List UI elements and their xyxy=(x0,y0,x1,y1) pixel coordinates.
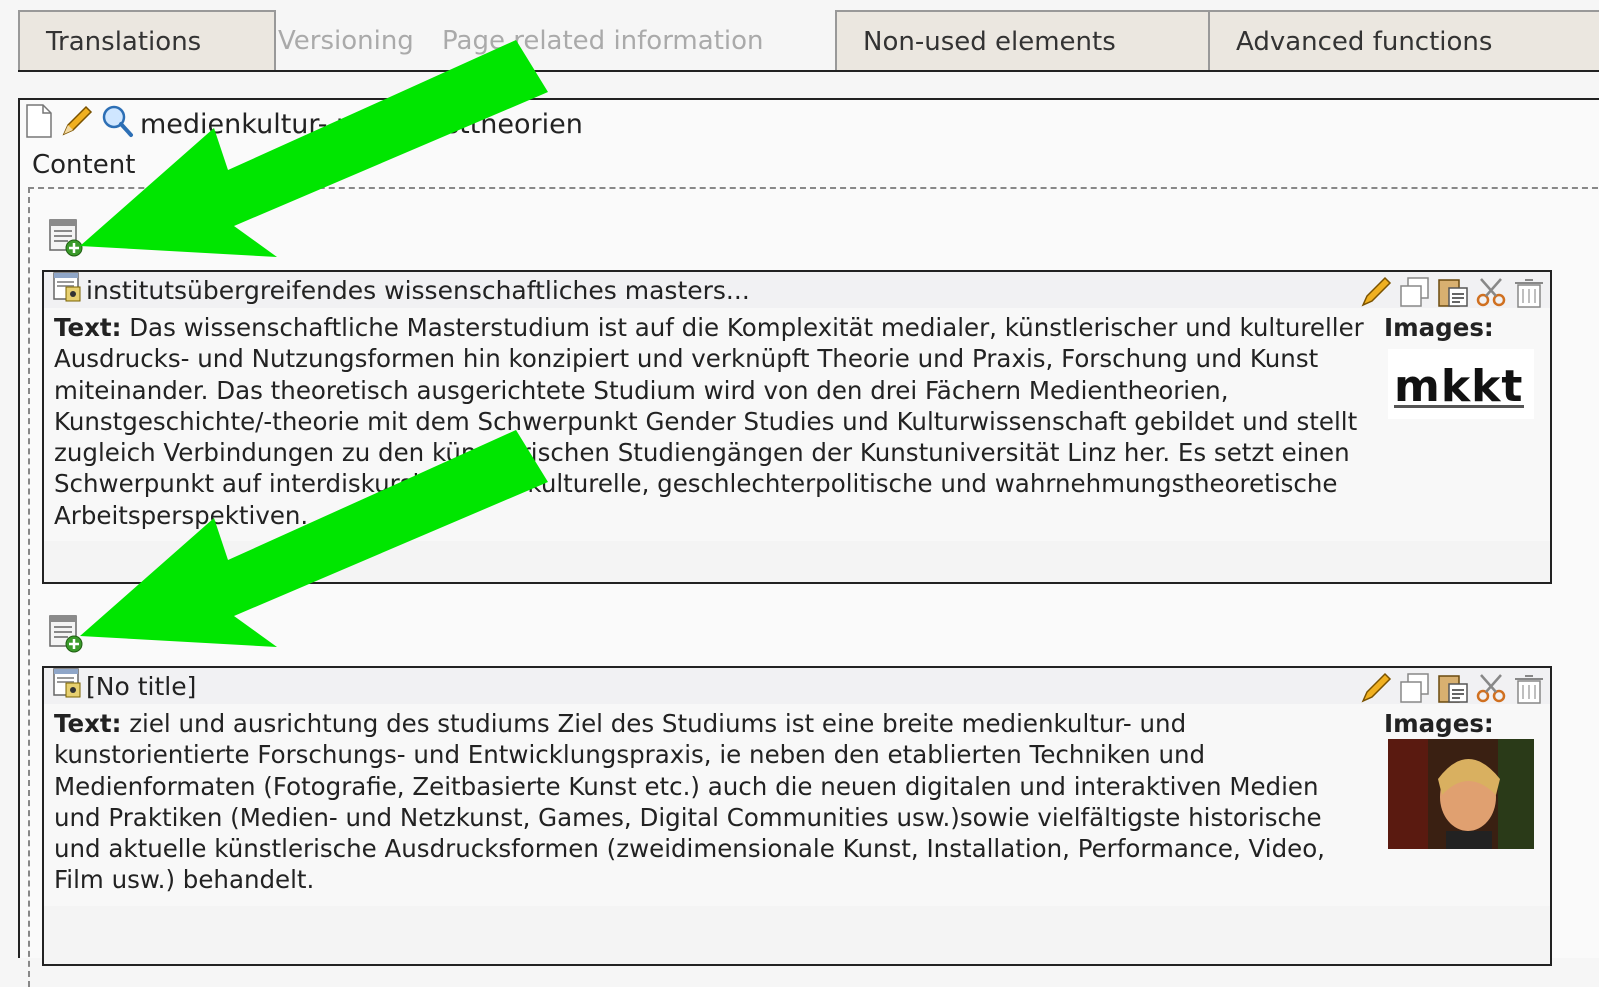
content-column-label: Content xyxy=(32,150,136,180)
tab-label: Versioning xyxy=(278,25,414,56)
image-thumbnail-portrait[interactable] xyxy=(1388,739,1534,850)
text-label: Text: xyxy=(54,313,122,342)
record-icon[interactable] xyxy=(52,667,84,705)
tab-label: Page related information xyxy=(442,25,764,56)
page-header: medienkultur- und kunsttheorien xyxy=(24,103,583,145)
tab-versioning[interactable]: Versioning xyxy=(278,10,428,71)
images-column: Images: xyxy=(1376,708,1536,850)
record-body: Text: ziel und ausrichtung des studiums … xyxy=(44,704,1550,906)
page-panel: medienkultur- und kunsttheorien Content … xyxy=(18,98,1599,987)
record-title: [No title] xyxy=(86,671,197,701)
images-label: Images: xyxy=(1384,313,1494,342)
tab-label: Advanced functions xyxy=(1236,26,1493,57)
tab-advanced-functions[interactable]: Advanced functions xyxy=(1208,10,1599,71)
record-title: institutsübergreifendes wissenschaftlich… xyxy=(86,275,750,305)
text-content: Das wissenschaftliche Masterstudium ist … xyxy=(54,313,1364,530)
pencil-icon[interactable] xyxy=(60,104,94,145)
tab-non-used-elements[interactable]: Non-used elements xyxy=(835,10,1210,71)
logo-text: mkkt xyxy=(1394,361,1523,412)
record-text: Text: Das wissenschaftliche Masterstudiu… xyxy=(54,312,1364,531)
content-record: institutsübergreifendes wissenschaftlich… xyxy=(42,270,1552,584)
tab-translations[interactable]: Translations xyxy=(18,10,276,71)
images-label: Images: xyxy=(1384,709,1494,738)
magnifier-icon[interactable] xyxy=(100,104,134,145)
images-column: Images: mkkt xyxy=(1376,312,1536,420)
image-thumbnail-logo[interactable]: mkkt xyxy=(1388,349,1534,420)
record-header: institutsübergreifendes wissenschaftlich… xyxy=(44,272,1550,308)
page-icon[interactable] xyxy=(24,103,54,145)
tab-label: Non-used elements xyxy=(863,26,1116,57)
tab-page-related-information[interactable]: Page related information xyxy=(442,10,842,71)
page-title: medienkultur- und kunsttheorien xyxy=(140,108,583,140)
record-body: Text: Das wissenschaftliche Masterstudiu… xyxy=(44,308,1550,542)
tab-underline xyxy=(18,70,1599,72)
record-text: Text: ziel und ausrichtung des studiums … xyxy=(54,708,1364,896)
tab-bar: Translations Versioning Page related inf… xyxy=(18,10,1599,72)
record-header: [No title] xyxy=(44,668,1550,704)
new-record-icon[interactable] xyxy=(48,218,84,258)
text-label: Text: xyxy=(54,709,122,738)
new-record-icon[interactable] xyxy=(48,614,84,654)
content-record: [No title] Text: ziel und ausrichtung de… xyxy=(42,666,1552,966)
tab-label: Translations xyxy=(46,26,202,57)
text-content: ziel und ausrichtung des studiums Ziel d… xyxy=(54,709,1325,895)
record-icon[interactable] xyxy=(52,271,84,309)
